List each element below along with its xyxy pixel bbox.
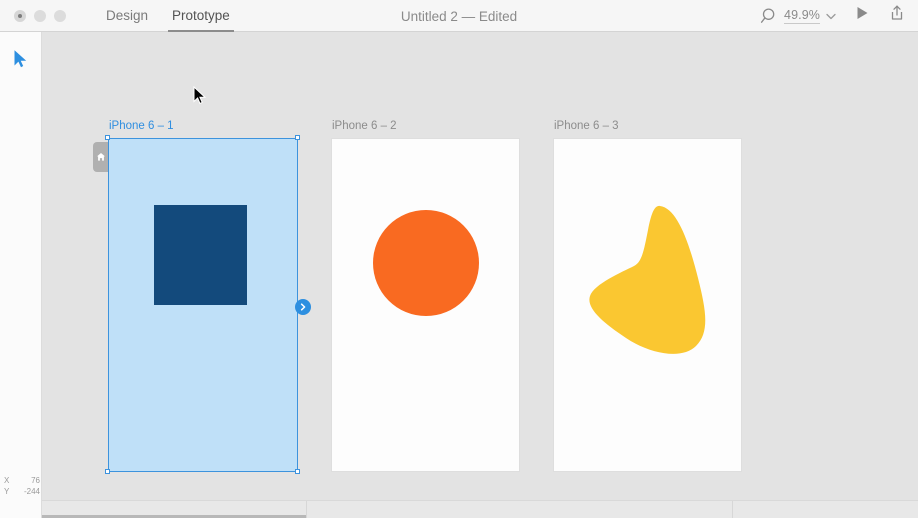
zoom-button[interactable] xyxy=(54,9,66,22)
artboard-2[interactable] xyxy=(331,138,520,472)
tab-prototype[interactable]: Prototype xyxy=(168,0,234,32)
coordinate-x-label: X xyxy=(4,476,10,485)
coordinate-y-label: Y xyxy=(4,487,10,496)
home-badge[interactable] xyxy=(93,142,109,172)
scrollbar-divider xyxy=(306,501,307,518)
title-bar: Design Prototype Untitled 2 — Edited 49.… xyxy=(0,0,918,32)
window-controls[interactable] xyxy=(14,9,66,22)
shape-rectangle[interactable] xyxy=(154,205,247,305)
scrollbar-divider xyxy=(732,501,733,518)
artboard-label-3[interactable]: iPhone 6 – 3 xyxy=(554,120,619,132)
tab-design[interactable]: Design xyxy=(102,0,152,32)
tab-prototype-label: Prototype xyxy=(172,8,230,23)
shape-circle[interactable] xyxy=(373,210,479,316)
coordinate-y-value: -244 xyxy=(23,487,40,496)
artboard-label-2[interactable]: iPhone 6 – 2 xyxy=(332,120,397,132)
chevron-down-icon[interactable] xyxy=(822,7,840,25)
coordinate-x-row: X 76 xyxy=(4,475,41,486)
play-icon[interactable] xyxy=(854,5,870,26)
home-icon xyxy=(97,153,105,161)
horizontal-scrollbar[interactable] xyxy=(42,500,918,518)
artboard-group-1[interactable]: iPhone 6 – 1 xyxy=(93,120,311,474)
cursor-coordinates: X 76 Y -244 xyxy=(0,472,42,500)
selection-handle[interactable] xyxy=(295,469,300,474)
artboard-group-3[interactable]: iPhone 6 – 3 xyxy=(553,120,742,472)
canvas[interactable]: iPhone 6 – 1 iPhone 6 – 2 iPhone 6 – 3 xyxy=(42,32,918,518)
document-title-text: Untitled 2 — Edited xyxy=(400,8,518,24)
zoom-level-value[interactable]: 49.9% xyxy=(784,8,820,24)
shape-blob[interactable] xyxy=(588,204,713,359)
minimize-button[interactable] xyxy=(34,9,46,22)
coordinate-x-value: 76 xyxy=(31,476,40,485)
artboard-1[interactable] xyxy=(108,138,298,472)
share-icon[interactable] xyxy=(888,4,906,27)
selection-handle[interactable] xyxy=(295,135,300,140)
coordinate-y-row: Y -244 xyxy=(4,486,41,497)
artboard-group-2[interactable]: iPhone 6 – 2 xyxy=(331,120,520,472)
tab-design-label: Design xyxy=(106,8,149,23)
selection-handle[interactable] xyxy=(105,469,110,474)
artboard-label-1[interactable]: iPhone 6 – 1 xyxy=(109,120,174,132)
chevron-right-icon xyxy=(300,303,306,311)
mode-tabs: Design Prototype xyxy=(102,0,250,32)
toolbar-right: 49.9% xyxy=(760,0,906,32)
prototype-link-handle[interactable] xyxy=(295,299,311,315)
mouse-cursor xyxy=(193,85,207,111)
close-button[interactable] xyxy=(14,9,26,22)
magnifier-icon[interactable] xyxy=(760,6,780,26)
selection-handle[interactable] xyxy=(105,135,110,140)
arrow-cursor-icon[interactable] xyxy=(13,49,29,74)
tool-rail xyxy=(0,32,42,518)
artboard-3[interactable] xyxy=(553,138,742,472)
